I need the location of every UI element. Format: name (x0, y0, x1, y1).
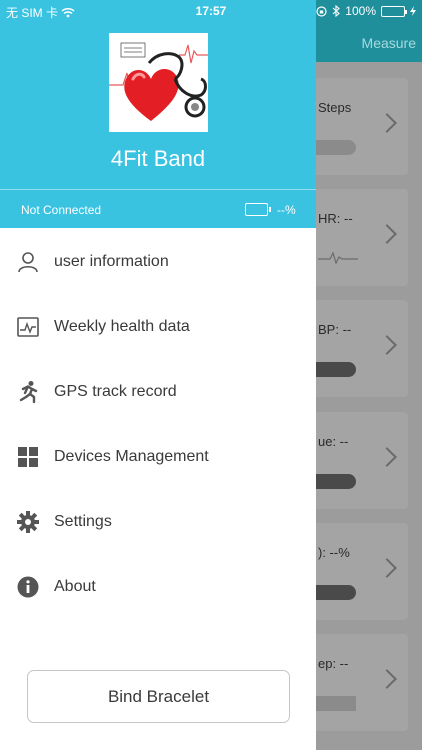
drawer-header: 4Fit Band Not Connected --% (0, 0, 316, 228)
menu-item-gps-track-record[interactable]: GPS track record (0, 360, 316, 424)
sleep-card[interactable]: ep: -- (316, 634, 408, 731)
battery-icon (381, 5, 407, 17)
menu-item-weekly-health-data[interactable]: Weekly health data (0, 295, 316, 359)
connection-status: Not Connected (21, 203, 102, 217)
menu-item-about[interactable]: About (0, 555, 316, 619)
bluetooth-icon (332, 5, 341, 17)
progress-bar (316, 585, 356, 600)
chevron-right-icon (377, 669, 397, 689)
heart-stethoscope-logo-icon (109, 33, 208, 132)
orientation-lock-icon (316, 5, 327, 17)
device-battery-percent: --% (277, 203, 296, 217)
chevron-right-icon (377, 224, 397, 244)
charging-icon (410, 6, 416, 16)
info-icon (17, 576, 39, 598)
menu-label: user information (54, 253, 169, 270)
progress-bar (316, 696, 356, 711)
chevron-right-icon (377, 447, 397, 467)
menu-label: Settings (54, 513, 112, 530)
app-logo (109, 33, 208, 132)
device-battery-icon (245, 203, 271, 216)
fatigue-card[interactable]: ue: -- (316, 412, 408, 509)
heartbeat-wave-icon (318, 251, 358, 265)
user-icon (18, 252, 38, 273)
card-label: ue: -- (318, 434, 349, 449)
bind-bracelet-button[interactable]: Bind Bracelet (27, 670, 290, 723)
app-name: 4Fit Band (110, 146, 206, 171)
background-screen: Measure Steps HR: -- BP: -- ue: -- ): --… (316, 0, 422, 750)
menu-item-devices-management[interactable]: Devices Management (0, 425, 316, 489)
chevron-right-icon (377, 113, 397, 133)
header-divider (0, 189, 316, 190)
menu-item-user-information[interactable]: user information (0, 230, 316, 294)
running-icon (19, 381, 38, 404)
card-label: HR: -- (318, 211, 353, 226)
chevron-right-icon (377, 558, 397, 578)
menu-label: Weekly health data (54, 318, 190, 335)
measure-button[interactable]: Measure (362, 35, 416, 51)
steps-card[interactable]: Steps (316, 78, 408, 175)
chevron-right-icon (377, 335, 397, 355)
card-label: ep: -- (318, 656, 349, 671)
menu-label: Devices Management (54, 448, 209, 465)
battery-percent: 100% (345, 4, 376, 18)
grid-icon (18, 447, 38, 467)
progress-bar (316, 474, 356, 489)
status-bar: 无 SIM 卡 17:57 100% (0, 0, 422, 22)
gear-icon (17, 511, 39, 533)
card-label: BP: -- (318, 322, 352, 337)
navigation-drawer: 4Fit Band Not Connected --% user informa… (0, 0, 316, 750)
menu-label: GPS track record (54, 383, 177, 400)
card-label: Steps (318, 100, 352, 115)
blood-pressure-card[interactable]: BP: -- (316, 300, 408, 397)
heart-rate-card[interactable]: HR: -- (316, 189, 408, 286)
menu-label: About (54, 578, 96, 595)
menu-item-settings[interactable]: Settings (0, 490, 316, 554)
health-chart-icon (17, 317, 39, 337)
oxygen-card[interactable]: ): --% (316, 523, 408, 620)
progress-bar (316, 362, 356, 377)
progress-bar (316, 140, 356, 155)
card-label: ): --% (318, 545, 350, 560)
